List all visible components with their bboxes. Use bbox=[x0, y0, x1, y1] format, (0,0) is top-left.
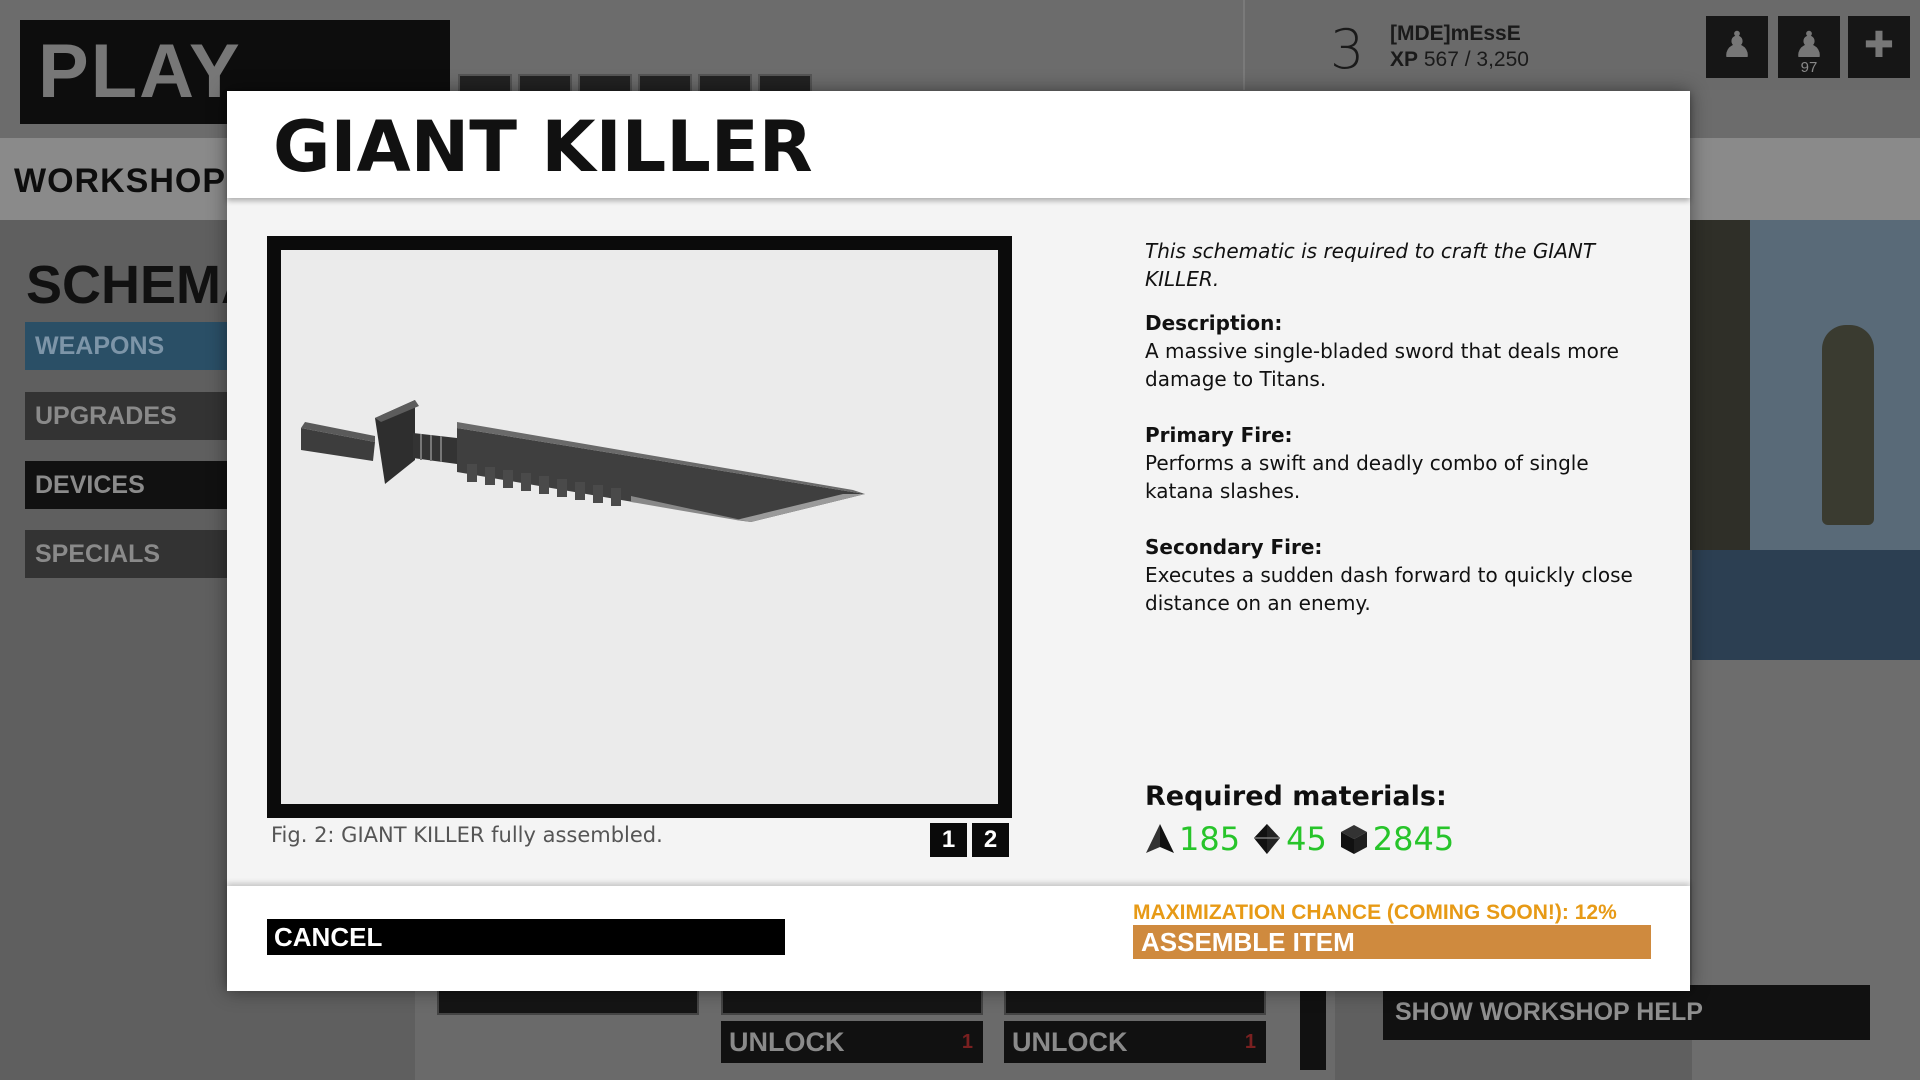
schematics-title: SCHEMA bbox=[26, 255, 261, 315]
cube-icon bbox=[1340, 825, 1367, 854]
add-friend-icon[interactable]: ✚ bbox=[1848, 16, 1910, 78]
material-cube-value: 2845 bbox=[1372, 820, 1455, 858]
squad-icon[interactable]: ♟ 97 bbox=[1778, 16, 1840, 78]
category-upgrades[interactable]: UPGRADES bbox=[25, 392, 235, 440]
secondary-fire-text: Executes a sudden dash forward to quickl… bbox=[1145, 563, 1633, 615]
character-icon[interactable]: ♟ bbox=[1706, 16, 1768, 78]
modal-footer: CANCEL MAXIMIZATION CHANCE (COMING SOON!… bbox=[227, 886, 1690, 991]
primary-fire-text: Performs a swift and deadly combo of sin… bbox=[1145, 451, 1589, 503]
figure-caption: Fig. 2: GIANT KILLER fully assembled. bbox=[271, 823, 663, 847]
description-label: Description: bbox=[1145, 311, 1283, 335]
show-workshop-help-button[interactable]: SHOW WORKSHOP HELP bbox=[1383, 985, 1870, 1040]
page-2-button[interactable]: 2 bbox=[972, 823, 1009, 857]
description-text: A massive single-bladed sword that deals… bbox=[1145, 339, 1619, 391]
sword-image bbox=[301, 400, 865, 522]
figure-pager: 1 2 bbox=[930, 823, 1009, 857]
workshop-title: WORKSHOP bbox=[14, 162, 226, 200]
schematic-intro: This schematic is required to craft the … bbox=[1145, 239, 1596, 291]
material-crystal: 185 bbox=[1145, 820, 1240, 858]
material-crystal-value: 185 bbox=[1179, 820, 1241, 858]
tree-shape bbox=[1690, 220, 1750, 550]
scrollbar[interactable] bbox=[1300, 985, 1326, 1070]
player-xp: XP 567 / 3,250 bbox=[1390, 48, 1529, 71]
category-devices[interactable]: DEVICES bbox=[25, 461, 235, 509]
player-level: 3 bbox=[1330, 18, 1365, 81]
materials-title: Required materials: bbox=[1145, 781, 1447, 812]
modal-title: GIANT KILLER bbox=[273, 106, 813, 188]
schematic-details: This schematic is required to craft the … bbox=[1145, 237, 1645, 645]
crystal-icon bbox=[1146, 824, 1174, 853]
cancel-button[interactable]: CANCEL bbox=[267, 919, 785, 955]
primary-fire-label: Primary Fire: bbox=[1145, 423, 1293, 447]
unlock-button[interactable]: UNLOCK 1 bbox=[721, 1021, 983, 1063]
maximization-chance: MAXIMIZATION CHANCE (COMING SOON!): 12% bbox=[1133, 901, 1617, 924]
unlock-cost: 1 bbox=[1244, 1031, 1256, 1053]
material-cube: 2845 bbox=[1339, 820, 1454, 858]
category-specials[interactable]: SPECIALS bbox=[25, 530, 235, 578]
material-octahedron: 45 bbox=[1252, 820, 1327, 858]
materials-row: 185 45 2845 bbox=[1145, 820, 1466, 858]
squad-count: 97 bbox=[1800, 59, 1818, 76]
player-name: [MDE]mEssE bbox=[1390, 22, 1521, 45]
page-1-button[interactable]: 1 bbox=[930, 823, 967, 857]
schematic-modal: GIANT KILLER Fig. 2: GIANT KILLER fully … bbox=[227, 91, 1690, 991]
unlock-button[interactable]: UNLOCK 1 bbox=[1004, 1021, 1266, 1063]
tree-shape bbox=[1822, 325, 1874, 525]
modal-header: GIANT KILLER bbox=[227, 91, 1690, 198]
octahedron-icon bbox=[1254, 824, 1281, 854]
unlock-cost: 1 bbox=[961, 1031, 973, 1053]
required-materials: Required materials: 185 45 2845 bbox=[1145, 781, 1466, 858]
secondary-fire-label: Secondary Fire: bbox=[1145, 535, 1323, 559]
assemble-item-button[interactable]: ASSEMBLE ITEM bbox=[1133, 925, 1651, 959]
material-octahedron-value: 45 bbox=[1286, 820, 1327, 858]
weapon-preview bbox=[281, 250, 998, 804]
figure-frame bbox=[267, 236, 1012, 818]
category-weapons[interactable]: WEAPONS bbox=[25, 322, 235, 370]
